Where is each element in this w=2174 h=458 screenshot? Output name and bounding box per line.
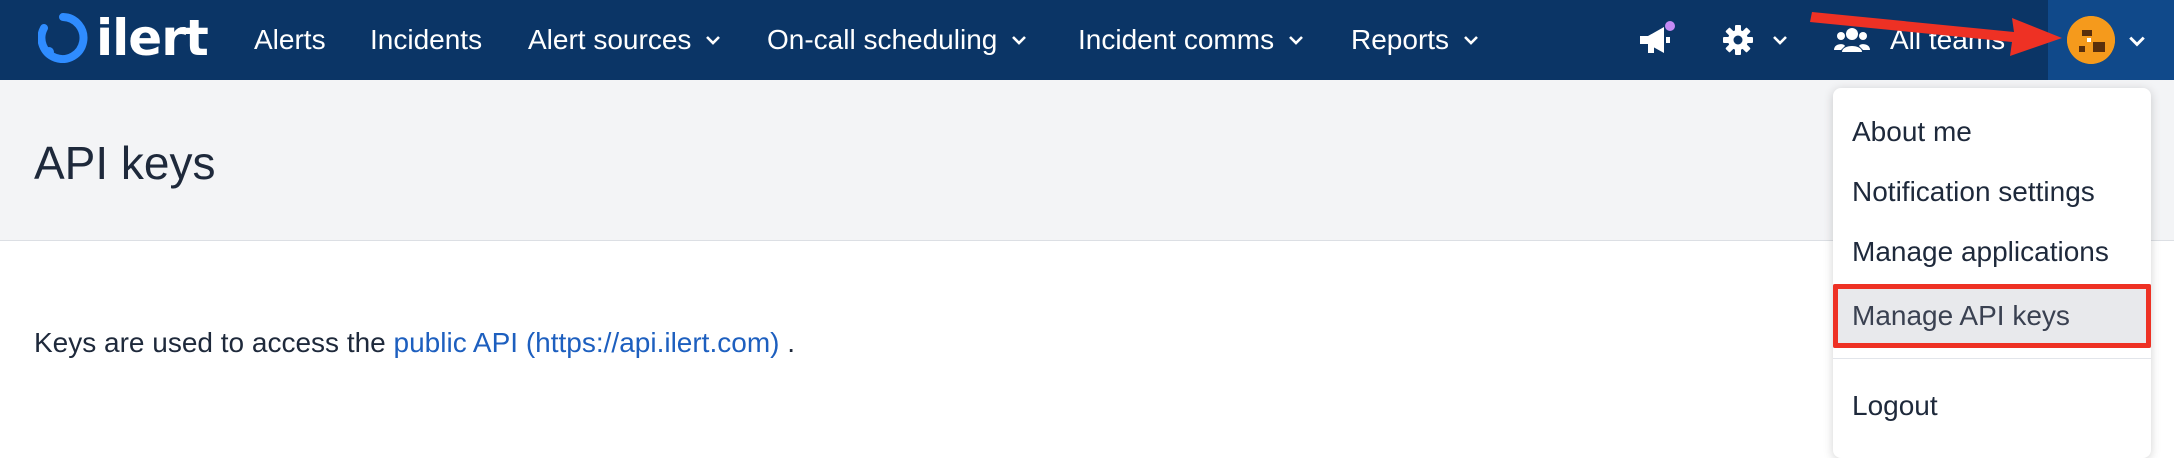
chevron-down-icon [1289,36,1303,45]
nav-incident-comms[interactable]: Incident comms [1078,0,1304,80]
menu-item-notification-settings[interactable]: Notification settings [1833,162,2151,222]
intro-text: Keys are used to access the public API (… [34,327,795,359]
menu-item-label: Manage API keys [1852,300,2070,331]
nav-incident-comms-label: Incident comms [1078,24,1275,55]
menu-divider [1833,358,2151,359]
user-dropdown-menu: About me Notification settings Manage ap… [1833,88,2151,458]
chevron-down-icon [2129,36,2145,47]
gear-icon [1723,25,1753,55]
teams-selector[interactable]: All teams [1834,0,2005,80]
teams-label: All teams [1890,24,2006,55]
chevron-down-icon [1464,36,1478,45]
nav-alert-sources-label: Alert sources [528,24,692,55]
menu-item-manage-applications[interactable]: Manage applications [1833,222,2151,282]
megaphone-icon [1640,21,1675,53]
users-icon [1834,28,1870,52]
nav-incidents-label: Incidents [370,24,483,55]
menu-item-label: Manage applications [1852,236,2109,267]
logo-text: ilert [96,9,209,67]
nav-alerts-label: Alerts [254,24,326,55]
nav-alert-sources[interactable]: Alert sources [528,0,721,80]
nav-alerts[interactable]: Alerts [254,0,326,80]
menu-item-label: About me [1852,116,1972,147]
settings-menu[interactable] [1722,0,1788,80]
nav-reports-label: Reports [1351,24,1450,55]
chevron-down-icon [1773,36,1787,45]
menu-item-logout[interactable]: Logout [1833,376,2151,436]
menu-item-label: Notification settings [1852,176,2095,207]
intro-suffix: . [779,327,796,358]
avatar[interactable] [2067,16,2115,64]
menu-item-about-me[interactable]: About me [1833,102,2151,162]
ilert-logo-icon [38,13,88,63]
public-api-link[interactable]: public API (https://api.ilert.com) [394,327,780,358]
avatar-image [2067,16,2115,64]
nav-on-call-scheduling[interactable]: On-call scheduling [767,0,1027,80]
ilert-logo[interactable]: ilert [38,8,209,68]
chevron-down-icon [1012,36,1027,45]
page-title: API keys [34,137,216,189]
nav-incidents[interactable]: Incidents [370,0,482,80]
nav-reports[interactable]: Reports [1351,0,1479,80]
intro-prefix: Keys are used to access the [34,327,394,358]
chevron-down-icon [706,36,721,45]
menu-item-label: Logout [1852,390,1938,421]
menu-item-manage-api-keys[interactable]: Manage API keys [1833,284,2151,348]
nav-on-call-scheduling-label: On-call scheduling [767,24,998,55]
top-navbar: ilert Alerts Incidents Alert sources On-… [0,0,2174,80]
announcements-button[interactable] [1634,0,1678,80]
